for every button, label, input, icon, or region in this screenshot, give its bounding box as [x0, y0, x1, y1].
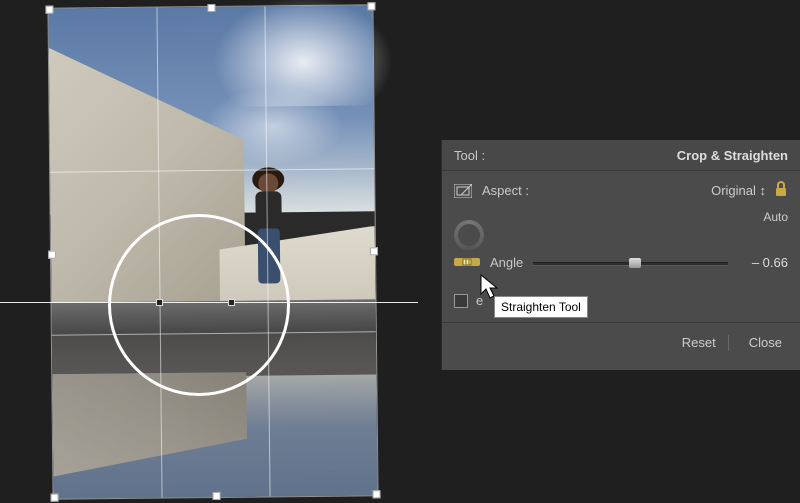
angle-label: Angle: [490, 255, 523, 270]
angle-slider[interactable]: [533, 256, 728, 270]
tool-name: Crop & Straighten: [677, 148, 788, 163]
reset-button[interactable]: Reset: [676, 333, 722, 352]
crop-canvas[interactable]: [47, 4, 378, 499]
lock-icon[interactable]: [766, 181, 788, 200]
close-button[interactable]: Close: [743, 333, 788, 352]
slider-thumb[interactable]: [629, 258, 641, 268]
auto-angle-button[interactable]: Auto: [763, 210, 788, 224]
crop-handle[interactable]: [373, 490, 381, 498]
panel-header: Tool : Crop & Straighten: [442, 140, 800, 171]
aspect-dropdown[interactable]: Original ↕: [711, 183, 766, 198]
constrain-checkbox[interactable]: [454, 294, 468, 308]
angle-value[interactable]: – 0.66: [738, 255, 788, 270]
dial-row: Auto: [442, 210, 800, 250]
aspect-value: Original: [711, 183, 756, 198]
crop-handle[interactable]: [207, 4, 215, 12]
crop-handle[interactable]: [48, 251, 56, 259]
photo-reflection: [52, 309, 378, 499]
crop-straighten-panel: Tool : Crop & Straighten Aspect : Origin…: [441, 140, 800, 370]
crop-aspect-icon[interactable]: [454, 184, 472, 198]
crop-handle[interactable]: [367, 2, 375, 10]
photo-person: [245, 173, 296, 304]
panel-footer: Reset Close: [442, 322, 800, 362]
aspect-row: Aspect : Original ↕: [442, 171, 800, 210]
straighten-tool-tooltip: Straighten Tool: [494, 296, 588, 318]
crop-handle[interactable]: [45, 6, 53, 14]
straighten-level-icon[interactable]: [454, 254, 490, 271]
footer-separator: [728, 335, 729, 351]
crop-handle[interactable]: [213, 492, 221, 500]
aspect-label: Aspect :: [482, 183, 711, 198]
crop-handle[interactable]: [51, 494, 59, 502]
angle-dial-icon[interactable]: [454, 220, 484, 250]
tool-label: Tool :: [454, 148, 485, 163]
crop-handle[interactable]: [370, 247, 378, 255]
